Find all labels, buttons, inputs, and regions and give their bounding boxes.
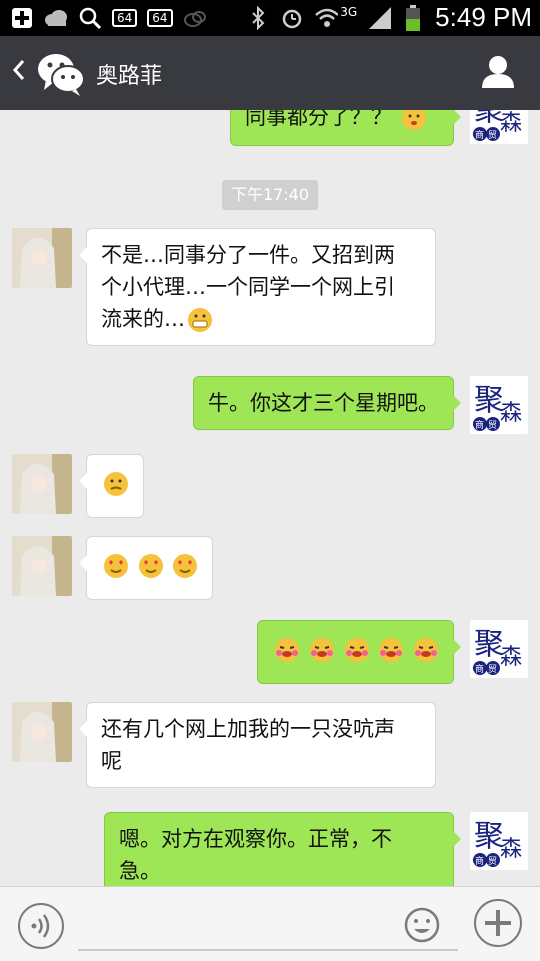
wechat-logo-icon xyxy=(36,50,86,96)
chat-header: 奥路菲 xyxy=(0,36,540,110)
plus-icon xyxy=(485,910,511,936)
message-text-line: 还有几个网上加我的一只没吭声 xyxy=(101,717,395,741)
logo-char-c1: 商 xyxy=(475,129,484,141)
logo-char-c2: 贸 xyxy=(488,663,497,675)
logo-char-c2: 贸 xyxy=(488,419,497,431)
grin-emoji-icon xyxy=(188,308,212,332)
thinking-emoji-icon xyxy=(104,472,128,496)
logo-char-small: 森 xyxy=(500,837,522,862)
logo-char-c1: 商 xyxy=(475,419,484,431)
logo-char-small: 森 xyxy=(500,111,522,136)
contact-avatar-icon xyxy=(12,536,72,596)
message-text-line: 呢 xyxy=(101,749,122,773)
badge-64-a: 64 xyxy=(112,9,138,27)
clock: 5:49 PM xyxy=(435,2,532,32)
avatar-contact[interactable] xyxy=(12,536,72,596)
heart-eyes-emoji-icon xyxy=(104,554,128,578)
search-icon xyxy=(78,6,102,30)
signal-icon xyxy=(367,6,392,30)
avatar-self[interactable]: 聚 森 商 贸 xyxy=(470,812,528,870)
back-icon[interactable] xyxy=(12,58,26,88)
company-logo-icon: 聚 森 商 贸 xyxy=(470,110,528,144)
message-bubble-out[interactable]: 同事都分了？？ xyxy=(230,110,461,146)
more-options-button[interactable] xyxy=(474,899,522,947)
chat-title: 奥路菲 xyxy=(96,64,163,89)
heart-eyes-emoji-icon xyxy=(138,554,163,578)
logo-char-c2: 贸 xyxy=(488,129,497,141)
message-text: 同事都分了？？ xyxy=(245,110,392,129)
message-text-line: 流来的… xyxy=(101,307,185,331)
laugh-emoji-icon xyxy=(344,638,369,662)
input-bar xyxy=(0,886,540,961)
logo-char-small: 森 xyxy=(500,401,522,426)
contact-avatar-icon xyxy=(12,454,72,514)
logo-char-c2: 贸 xyxy=(488,855,497,867)
avatar-contact[interactable] xyxy=(12,454,72,514)
logo-char-c1: 商 xyxy=(475,663,484,675)
bluetooth-icon xyxy=(246,5,270,30)
company-logo-icon: 聚 森 商 贸 xyxy=(470,620,528,678)
company-logo-icon: 聚 森 商 贸 xyxy=(470,812,528,870)
chat-area[interactable]: 同事都分了？？ 聚 森 商 贸 下午17:40 不是…同事分了一件。又招到两 个… xyxy=(0,110,540,886)
alarm-icon xyxy=(280,6,304,30)
cloud-icon xyxy=(44,6,68,30)
shy-emoji-icon xyxy=(401,110,426,130)
laugh-emoji-icon xyxy=(414,638,438,662)
company-logo-icon: 聚 森 商 贸 xyxy=(470,376,528,434)
message-bubble-in[interactable] xyxy=(79,454,144,518)
message-bubble-out[interactable]: 嗯。对方在观察你。正常，不 急。 xyxy=(104,812,461,886)
network-type: 3G xyxy=(340,4,358,19)
contact-avatar-icon xyxy=(12,228,72,288)
profile-icon[interactable] xyxy=(480,54,516,90)
message-bubble-in[interactable]: 不是…同事分了一件。又招到两 个小代理…一个同学一个网上引 流来的… xyxy=(79,228,436,346)
timestamp: 下午17:40 xyxy=(222,180,318,210)
message-bubble-in[interactable] xyxy=(78,536,214,600)
battery-icon xyxy=(401,4,425,31)
message-text-line: 急。 xyxy=(119,859,161,883)
heart-eyes-emoji-icon xyxy=(173,554,198,578)
message-text-line: 不是…同事分了一件。又招到两 xyxy=(101,243,395,267)
voice-input-button[interactable] xyxy=(18,903,64,949)
wifi-icon xyxy=(314,6,339,30)
laugh-emoji-icon xyxy=(379,638,404,662)
laugh-emoji-icon xyxy=(309,638,334,662)
message-text: 牛。你这才三个星期吧。 xyxy=(208,391,439,415)
avatar-self[interactable]: 聚 森 商 贸 xyxy=(470,620,528,678)
smiley-icon xyxy=(404,907,440,943)
status-bar: 64 64 3G 5:49 PM xyxy=(0,0,540,36)
avatar-self[interactable]: 聚 森 商 贸 xyxy=(470,110,528,144)
laugh-emoji-icon xyxy=(275,638,300,662)
avatar-contact[interactable] xyxy=(12,228,72,288)
message-text-line: 嗯。对方在观察你。正常，不 xyxy=(119,827,392,851)
weather-icon xyxy=(183,6,207,30)
contact-avatar-icon xyxy=(12,702,72,762)
message-bubble-in[interactable]: 还有几个网上加我的一只没吭声 呢 xyxy=(79,702,436,788)
message-input[interactable] xyxy=(78,947,458,951)
logo-char-c1: 商 xyxy=(475,855,484,867)
message-bubble-out[interactable] xyxy=(257,620,461,684)
message-text-line: 个小代理…一个同学一个网上引 xyxy=(101,275,395,299)
voice-icon xyxy=(31,914,50,938)
add-icon xyxy=(10,6,34,30)
logo-char-small: 森 xyxy=(500,645,522,670)
badge-64-b: 64 xyxy=(147,9,173,27)
avatar-contact[interactable] xyxy=(12,702,72,762)
avatar-self[interactable]: 聚 森 商 贸 xyxy=(470,376,528,434)
emoji-button[interactable] xyxy=(404,907,440,943)
message-bubble-out[interactable]: 牛。你这才三个星期吧。 xyxy=(193,376,461,430)
